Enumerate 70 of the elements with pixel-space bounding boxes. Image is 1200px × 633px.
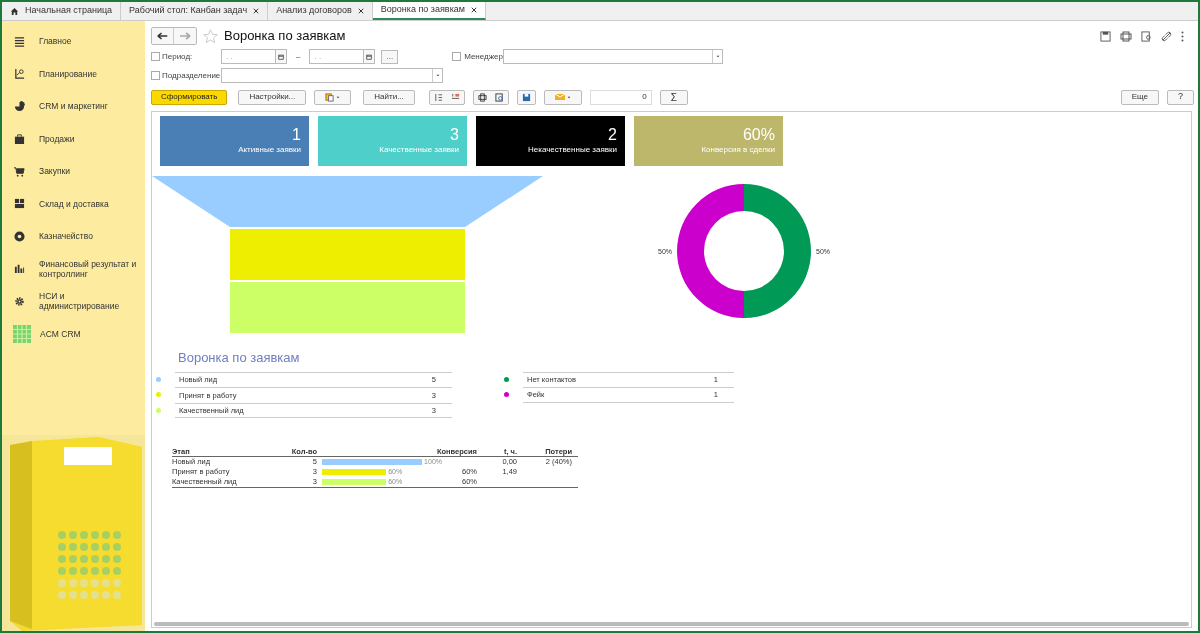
expand-icon[interactable] — [433, 92, 443, 102]
calendar-icon — [278, 53, 284, 60]
more-button[interactable]: Еще — [1120, 89, 1159, 105]
table-bar — [322, 479, 387, 485]
home-icon — [10, 6, 19, 16]
checkbox[interactable] — [151, 52, 160, 61]
sum-button[interactable]: Σ — [659, 89, 688, 105]
link-icon[interactable] — [1161, 30, 1172, 42]
sidebar-item[interactable]: Закупки — [39, 166, 145, 177]
sidebar-item[interactable]: Продажи — [39, 133, 145, 144]
ellipsis-button[interactable]: ... — [381, 49, 399, 64]
kpi-value: 3 — [450, 126, 459, 144]
collapse-icon[interactable] — [450, 92, 460, 102]
kpi-label: Конверсия в сделки — [701, 144, 775, 156]
kpi-value: 1 — [292, 126, 301, 144]
preview-icon[interactable] — [494, 92, 504, 102]
close-icon[interactable] — [357, 8, 364, 14]
sidebar-item[interactable]: Планирование — [39, 68, 145, 79]
calendar-button[interactable] — [364, 49, 376, 64]
find-button[interactable]: Найти... — [363, 89, 415, 105]
menu-icon — [14, 35, 25, 47]
close-icon[interactable] — [253, 8, 260, 14]
chart-icon — [14, 68, 25, 80]
sidebar-item[interactable]: НСИ и администрирование — [39, 291, 145, 312]
save-icon[interactable] — [1100, 30, 1111, 42]
field-label: Менеджер: — [464, 50, 506, 63]
field-label: Период: — [162, 50, 193, 63]
kpi-label: Некачественные заявки — [528, 144, 617, 156]
copy-icon — [325, 92, 335, 102]
preview-icon[interactable] — [1141, 30, 1152, 42]
cart-icon — [14, 165, 25, 177]
sidebar-item[interactable]: CRM и маркетинг — [39, 101, 145, 112]
sidebar-item[interactable]: ACM CRM — [40, 328, 145, 339]
generate-button[interactable]: Сформировать — [151, 89, 228, 105]
sum-field: 0 — [589, 89, 652, 105]
table-bar — [322, 469, 387, 475]
bag-icon — [14, 133, 25, 145]
sidebar-item[interactable]: Казначейство — [39, 231, 145, 242]
more-icon[interactable] — [1181, 30, 1184, 42]
sidebar-item[interactable]: Склад и доставка — [39, 198, 145, 209]
close-icon[interactable] — [470, 7, 477, 13]
legend-title: Воронка по заявкам — [178, 349, 301, 367]
calendar-button[interactable] — [276, 49, 287, 64]
envelope-icon — [554, 93, 565, 101]
print-icon[interactable] — [477, 92, 487, 102]
checkbox[interactable] — [452, 52, 462, 61]
field-label: Подразделение: — [162, 69, 223, 82]
caret-icon — [566, 95, 571, 99]
kpi-label: Качественные заявки — [379, 144, 459, 156]
kpi-label: Активные заявки — [238, 144, 301, 156]
help-button[interactable]: ? — [1167, 89, 1194, 105]
date-separator: – — [295, 50, 302, 63]
coin-icon — [14, 230, 25, 242]
grid-icon — [14, 198, 25, 210]
kpi-value: 2 — [608, 126, 617, 144]
form-title: Воронка по заявкам — [224, 27, 346, 46]
dot-grid-icon — [12, 324, 32, 343]
bar-chart-icon — [14, 263, 25, 275]
settings-button[interactable]: Настройки... — [238, 89, 307, 105]
save-icon[interactable] — [521, 92, 531, 102]
checkbox[interactable] — [151, 71, 160, 80]
star-icon[interactable] — [203, 28, 218, 44]
kpi-value: 60% — [742, 126, 775, 144]
sidebar-item[interactable]: Главное — [39, 36, 145, 47]
settings-icon — [14, 295, 25, 307]
scrollbar[interactable] — [154, 622, 1189, 626]
tab[interactable]: Воронка по заявкам — [372, 2, 486, 20]
sidebar-item[interactable]: Финансовый результат и контроллинг — [39, 258, 145, 279]
variant-button[interactable] — [314, 89, 352, 105]
calendar-icon — [366, 53, 373, 60]
